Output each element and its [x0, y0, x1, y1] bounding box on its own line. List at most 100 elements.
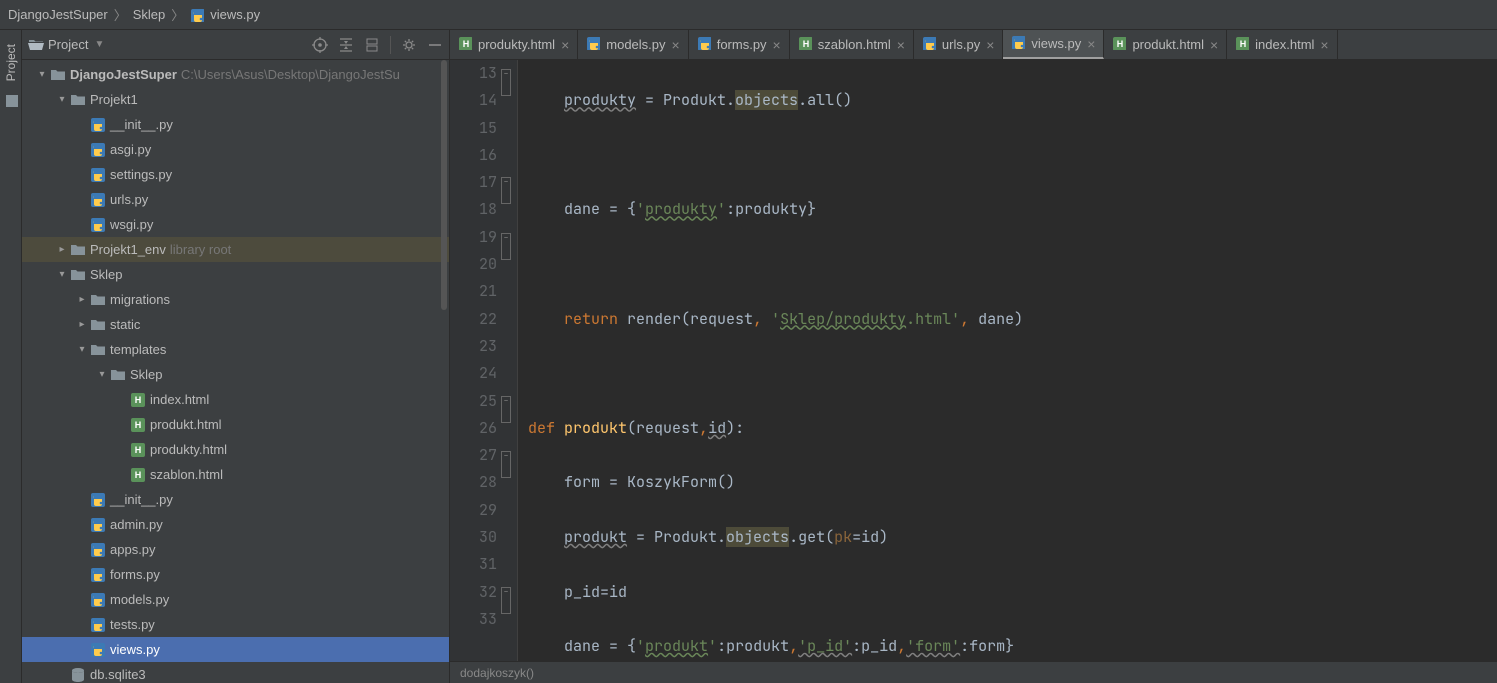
code-editor[interactable]: – – – – – – 1314151617181920212223242526… — [450, 60, 1497, 661]
panel-title: Project — [48, 37, 88, 52]
tab-produkty-html[interactable]: produkty.html × — [450, 30, 578, 59]
tree-file-init[interactable]: __init__.py — [22, 112, 449, 137]
tree-file-views[interactable]: views.py — [22, 637, 449, 662]
breadcrumb-file[interactable]: views.py — [210, 7, 260, 22]
tree-file-index-html[interactable]: index.html — [22, 387, 449, 412]
close-icon[interactable]: × — [773, 38, 781, 52]
gear-icon[interactable] — [401, 37, 417, 53]
split-icon[interactable] — [364, 37, 380, 53]
tab-views-py[interactable]: views.py× — [1003, 30, 1104, 59]
tree-folder-projekt1[interactable]: ▾Projekt1 — [22, 87, 449, 112]
collapse-all-icon[interactable] — [338, 37, 354, 53]
tab-produkt-html[interactable]: produkt.html × — [1104, 30, 1227, 59]
tree-file-wsgi[interactable]: wsgi.py — [22, 212, 449, 237]
line-number: 27 — [450, 442, 497, 469]
line-number: 23 — [450, 333, 497, 360]
close-icon[interactable]: × — [672, 38, 680, 52]
tab-models-py[interactable]: models.py× — [578, 30, 688, 59]
close-icon[interactable]: × — [1210, 38, 1218, 52]
tree-root[interactable]: ▾DjangoJestSuperC:\Users\Asus\Desktop\Dj… — [22, 62, 449, 87]
python-icon — [697, 36, 711, 53]
folder-icon — [28, 37, 44, 53]
tree-file-settings[interactable]: settings.py — [22, 162, 449, 187]
close-icon[interactable]: × — [561, 38, 569, 52]
tab-urls-py[interactable]: urls.py × — [914, 30, 1003, 59]
tree-folder-sklep[interactable]: ▾Sklep — [22, 262, 449, 287]
line-number: 32 — [450, 579, 497, 606]
fold-icon[interactable]: – — [501, 451, 511, 478]
tab-forms-py[interactable]: forms.py × — [689, 30, 790, 59]
breadcrumb-root[interactable]: DjangoJestSuper — [8, 7, 108, 22]
fold-icon[interactable]: – — [501, 69, 511, 96]
tree-file-apps[interactable]: apps.py — [22, 537, 449, 562]
tab-label: szablon.html — [818, 37, 891, 52]
line-number: 20 — [450, 251, 497, 278]
project-icon[interactable] — [4, 93, 18, 107]
line-number: 30 — [450, 524, 497, 551]
dropdown-icon[interactable]: ▼ — [94, 39, 104, 50]
close-icon[interactable]: × — [986, 38, 994, 52]
html-icon — [1112, 36, 1126, 53]
fold-icon[interactable]: – — [501, 587, 511, 614]
tree-file-urls[interactable]: urls.py — [22, 187, 449, 212]
tree-file-db[interactable]: db.sqlite3 — [22, 662, 449, 683]
python-icon — [1011, 35, 1025, 52]
tab-label: urls.py — [942, 37, 980, 52]
tab-label: forms.py — [717, 37, 767, 52]
tree-file-admin[interactable]: admin.py — [22, 512, 449, 537]
close-icon[interactable]: × — [1087, 37, 1095, 51]
line-number: 25 — [450, 388, 497, 415]
tree-file-init2[interactable]: __init__.py — [22, 487, 449, 512]
line-number: 31 — [450, 551, 497, 578]
html-icon — [458, 36, 472, 53]
fold-icon[interactable]: – — [501, 177, 511, 204]
tree-folder-migrations[interactable]: ▸migrations — [22, 287, 449, 312]
line-number: 33 — [450, 606, 497, 633]
breadcrumb-folder[interactable]: Sklep — [133, 7, 166, 22]
tree-folder-static[interactable]: ▸static — [22, 312, 449, 337]
line-number: 21 — [450, 278, 497, 305]
tab-szablon-html[interactable]: szablon.html × — [790, 30, 914, 59]
close-icon[interactable]: × — [1320, 38, 1328, 52]
select-opened-file-icon[interactable] — [312, 37, 328, 53]
tree-file-models[interactable]: models.py — [22, 587, 449, 612]
left-tool-rail: Project — [0, 30, 22, 683]
tree-file-produkty-html[interactable]: produkty.html — [22, 437, 449, 462]
tree-folder-templates[interactable]: ▾templates — [22, 337, 449, 362]
tree-file-szablon-html[interactable]: szablon.html — [22, 462, 449, 487]
separator — [390, 36, 391, 54]
line-number: 16 — [450, 142, 497, 169]
python-icon — [586, 36, 600, 53]
tab-label: produkty.html — [478, 37, 555, 52]
line-number: 29 — [450, 497, 497, 524]
chevron-right-icon: 〉 — [114, 5, 127, 24]
tree-file-asgi[interactable]: asgi.py — [22, 137, 449, 162]
python-icon — [922, 36, 936, 53]
code-content[interactable]: produkty = Produkt.objects.all() dane = … — [518, 60, 1497, 661]
line-number: 28 — [450, 469, 497, 496]
line-number: 17 — [450, 169, 497, 196]
tree-file-forms[interactable]: forms.py — [22, 562, 449, 587]
fold-icon[interactable]: – — [501, 233, 511, 260]
tree-folder-sklep-tpl[interactable]: ▾Sklep — [22, 362, 449, 387]
tree-file-tests[interactable]: tests.py — [22, 612, 449, 637]
minimize-icon[interactable] — [427, 37, 443, 53]
python-icon — [190, 8, 204, 22]
html-icon — [1235, 36, 1249, 53]
tree-folder-env[interactable]: ▸Projekt1_envlibrary root — [22, 237, 449, 262]
tab-label: index.html — [1255, 37, 1314, 52]
fold-icon[interactable]: – — [501, 396, 511, 423]
tab-label: produkt.html — [1132, 37, 1204, 52]
project-tree[interactable]: ▾DjangoJestSuperC:\Users\Asus\Desktop\Dj… — [22, 60, 449, 683]
tree-file-produkt-html[interactable]: produkt.html — [22, 412, 449, 437]
project-tool-tab[interactable]: Project — [4, 40, 18, 85]
status-breadcrumb[interactable]: dodajkoszyk() — [450, 661, 1497, 683]
line-number: 26 — [450, 415, 497, 442]
line-gutter: – – – – – – 1314151617181920212223242526… — [450, 60, 518, 661]
tab-index-html[interactable]: index.html × — [1227, 30, 1337, 59]
project-panel: Project ▼ ▾DjangoJestSuperC:\Users\Asus\… — [22, 30, 450, 683]
line-number: 24 — [450, 360, 497, 387]
close-icon[interactable]: × — [897, 38, 905, 52]
line-number: 22 — [450, 306, 497, 333]
scrollbar-thumb[interactable] — [441, 60, 447, 310]
